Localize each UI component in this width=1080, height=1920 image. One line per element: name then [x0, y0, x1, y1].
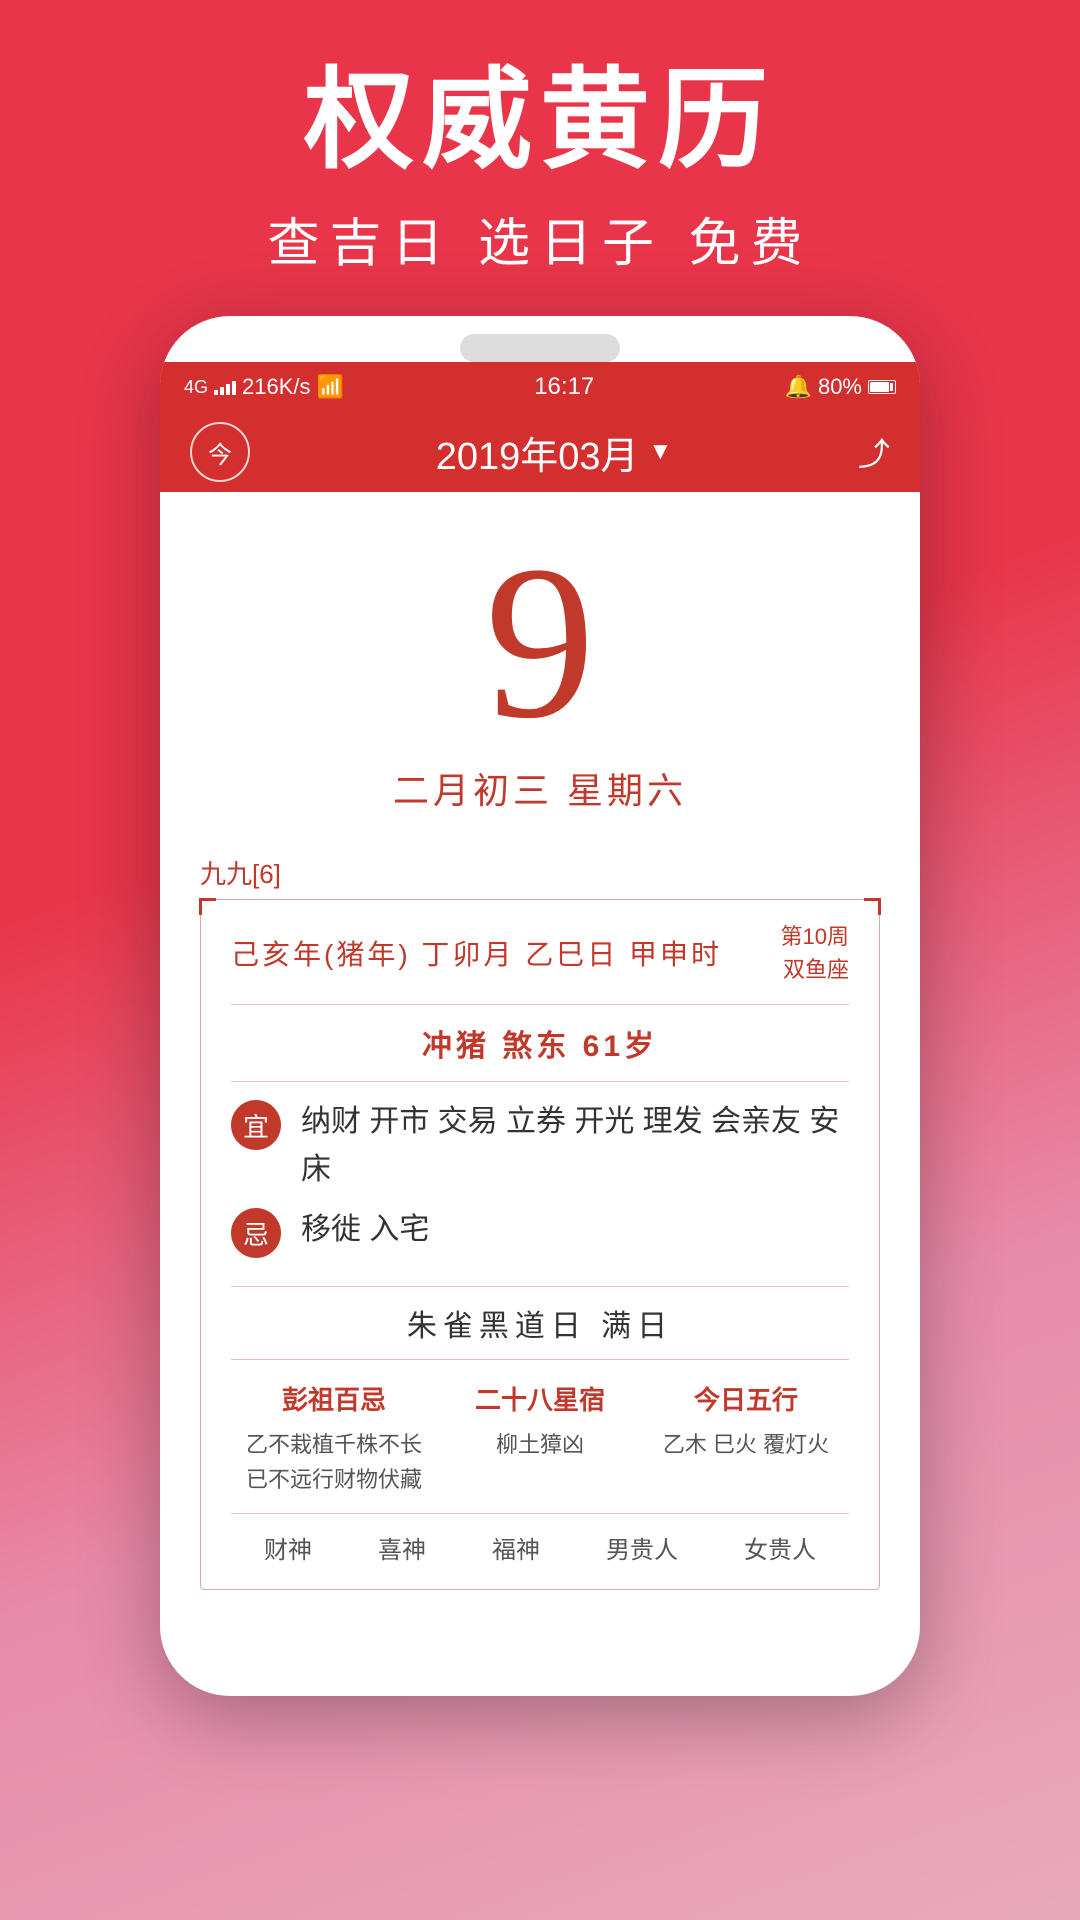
ji-content: 移徙 入宅 — [301, 1206, 429, 1254]
main-content: 9 二月初三 星期六 九九[6] 己亥年(猪年) 丁卯月 乙巳日 甲申时 第10… — [160, 492, 920, 1590]
nav-month-label: 2019年03月 — [436, 425, 639, 480]
yi-ji-section: 宜 纳财 开市 交易 立券 开光 理发 会亲友 安床 忌 移徙 入宅 — [231, 1082, 849, 1287]
footer-caisher: 财神 — [264, 1530, 312, 1565]
phone-speaker — [460, 334, 620, 362]
grid-item-wuxing: 今日五行 乙木 巳火 覆灯火 — [643, 1380, 849, 1497]
footer-nanguiren: 男贵人 — [606, 1530, 678, 1565]
date-lunar: 二月初三 星期六 — [180, 762, 900, 814]
wuxing-title: 今日五行 — [643, 1380, 849, 1417]
app-title: 权威黄历 — [0, 60, 1080, 181]
bottom-grid: 彭祖百忌 乙不栽植千株不长已不远行财物伏藏 二十八星宿 柳土獐凶 今日五行 乙木… — [231, 1360, 849, 1497]
section-label: 九九[6] — [200, 854, 880, 891]
status-left: 4G 216K/s 📶 — [184, 374, 344, 400]
app-subtitle: 查吉日 选日子 免费 — [0, 201, 1080, 276]
today-button[interactable]: 今 — [190, 422, 250, 482]
zhuri-row: 朱雀黑道日 满日 — [231, 1287, 849, 1360]
status-time: 16:17 — [534, 373, 594, 401]
alarm-icon: 🔔 — [785, 374, 812, 400]
ganzhi-sub: 第10周 双鱼座 — [781, 920, 849, 986]
grid-item-pengzu: 彭祖百忌 乙不栽植千株不长已不远行财物伏藏 — [231, 1380, 437, 1497]
grid-item-stars: 二十八星宿 柳土獐凶 — [437, 1380, 643, 1497]
date-day-number: 9 — [180, 532, 900, 752]
nav-title[interactable]: 2019年03月 ▼ — [436, 425, 673, 480]
date-display: 9 二月初三 星期六 — [160, 492, 920, 834]
phone-frame: 4G 216K/s 📶 16:17 🔔 80% 今 2019年03月 — [160, 316, 920, 1696]
stars-title: 二十八星宿 — [437, 1380, 643, 1417]
wifi-icon: 📶 — [317, 374, 344, 400]
footer-fusher: 福神 — [492, 1530, 540, 1565]
yi-content: 纳财 开市 交易 立券 开光 理发 会亲友 安床 — [301, 1098, 849, 1194]
zhuri-text: 朱雀黑道日 满日 — [407, 1310, 673, 1343]
ganzhi-row: 己亥年(猪年) 丁卯月 乙巳日 甲申时 第10周 双鱼座 — [231, 920, 849, 1005]
status-bar: 4G 216K/s 📶 16:17 🔔 80% — [160, 362, 920, 412]
top-section: 权威黄历 查吉日 选日子 免费 — [0, 0, 1080, 316]
nav-dropdown-arrow: ▼ — [649, 438, 673, 466]
today-label: 今 — [208, 435, 232, 470]
chong-text: 冲猪 煞东 61岁 — [422, 1030, 658, 1063]
stars-desc: 柳土獐凶 — [437, 1427, 643, 1462]
signal-icon — [214, 379, 236, 395]
ganzhi-week: 第10周 — [781, 924, 849, 949]
ganzhi-zodiac: 双鱼座 — [783, 957, 849, 982]
status-right: 🔔 80% — [785, 374, 896, 400]
footer-labels: 财神 喜神 福神 男贵人 女贵人 — [231, 1514, 849, 1569]
footer-nvguiren: 女贵人 — [744, 1530, 816, 1565]
chong-row: 冲猪 煞东 61岁 — [231, 1005, 849, 1082]
nav-bar: 今 2019年03月 ▼ ⤴ — [160, 412, 920, 492]
ganzhi-main: 己亥年(猪年) 丁卯月 乙巳日 甲申时 — [231, 933, 722, 973]
info-section: 九九[6] 己亥年(猪年) 丁卯月 乙巳日 甲申时 第10周 双鱼座 冲猪 煞东… — [160, 854, 920, 1590]
battery-percent: 80% — [818, 374, 862, 400]
ji-row: 忌 移徙 入宅 — [231, 1206, 849, 1258]
yi-row: 宜 纳财 开市 交易 立券 开光 理发 会亲友 安床 — [231, 1098, 849, 1194]
wuxing-desc: 乙木 巳火 覆灯火 — [643, 1427, 849, 1462]
pengzu-desc: 乙不栽植千株不长已不远行财物伏藏 — [231, 1427, 437, 1497]
share-button[interactable]: ⤴ — [858, 429, 890, 475]
battery-icon — [868, 380, 896, 394]
pengzu-title: 彭祖百忌 — [231, 1380, 437, 1417]
speed-indicator: 216K/s — [242, 374, 311, 400]
footer-xisher: 喜神 — [378, 1530, 426, 1565]
ji-badge: 忌 — [231, 1208, 281, 1258]
info-box: 己亥年(猪年) 丁卯月 乙巳日 甲申时 第10周 双鱼座 冲猪 煞东 61岁 宜… — [200, 899, 880, 1590]
yi-badge: 宜 — [231, 1100, 281, 1150]
network-indicator: 4G — [184, 377, 208, 398]
